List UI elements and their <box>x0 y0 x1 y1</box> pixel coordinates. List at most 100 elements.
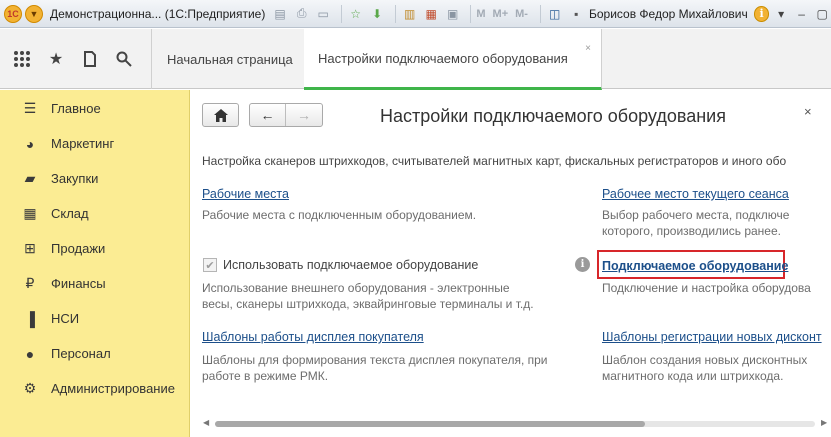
close-icon[interactable]: × <box>804 104 812 119</box>
memory-button[interactable]: M <box>476 8 485 20</box>
current-workplace-link[interactable]: Рабочее место текущего сеанса <box>602 187 789 201</box>
scroll-right-icon[interactable]: ▶ <box>821 418 827 427</box>
use-equipment-label[interactable]: Использовать подключаемое оборудование <box>223 258 478 272</box>
sidebar-item-label: Маркетинг <box>51 136 115 151</box>
arrow-down-icon[interactable]: ⬇ <box>368 5 386 23</box>
scrollbar-thumb[interactable] <box>215 421 645 427</box>
separator <box>394 4 396 23</box>
horizontal-scrollbar[interactable]: ◀ ▶ <box>201 418 831 430</box>
sidebar-item-label: Закупки <box>51 171 99 186</box>
forward-button[interactable]: → <box>286 104 322 126</box>
discount-templates-description: Шаблон создания новых дисконтных магнитн… <box>602 352 807 384</box>
ruble-icon: ₽ <box>25 275 35 291</box>
menu-lines-icon: ☰ <box>23 100 37 116</box>
tab-home[interactable]: Начальная страница <box>153 29 308 89</box>
basket-icon: ⊞ <box>24 240 36 256</box>
connected-equipment-link[interactable]: Подключаемое оборудование <box>602 259 788 273</box>
sidebar-item-reference[interactable]: ▐ НСИ <box>0 301 189 336</box>
pie-chart-icon: ◕ <box>25 135 35 152</box>
sidebar-item-administration[interactable]: ⚙ Администрирование <box>0 371 189 406</box>
sidebar-item-label: Администрирование <box>51 381 175 396</box>
description-line: Использование внешнего оборудования - эл… <box>202 281 510 295</box>
person-icon: ● <box>25 345 35 362</box>
app-logo-icon[interactable]: 1С <box>4 4 22 23</box>
warehouse-icon: ▦ <box>23 205 37 221</box>
sidebar-item-finance[interactable]: ₽ Финансы <box>0 266 189 301</box>
sidebar-item-label: Продажи <box>51 241 106 256</box>
calculator-icon[interactable]: ▣ <box>444 5 462 23</box>
home-icon <box>213 108 228 122</box>
description-line: весы, сканеры штрихкода, эквайринговые т… <box>202 297 534 311</box>
close-icon[interactable]: × <box>585 43 591 54</box>
sidebar-item-sales[interactable]: ⊞ Продажи <box>0 231 189 266</box>
window-titlebar: 1С ▼ Демонстрационна... (1С:Предприятие)… <box>0 0 831 28</box>
sidebar-item-purchases[interactable]: ▰ Закупки <box>0 161 189 196</box>
memory-minus-button[interactable]: M- <box>515 8 528 20</box>
form-content: ← → Настройки подключаемого оборудования… <box>191 90 831 437</box>
favorite-add-icon[interactable]: ☆ <box>347 5 365 23</box>
form-description: Настройка сканеров штрихкодов, считывате… <box>202 154 787 168</box>
info-icon[interactable]: i <box>575 257 590 272</box>
user-icon: ▪ <box>574 6 579 21</box>
connected-equipment-description: Подключение и настройка оборудова <box>602 281 811 295</box>
tab-label: Начальная страница <box>167 51 293 67</box>
maximize-icon[interactable]: ▢ <box>813 5 831 23</box>
truck-icon: ▰ <box>24 170 36 186</box>
memory-plus-button[interactable]: M+ <box>493 8 509 20</box>
history-icon[interactable] <box>80 49 100 69</box>
home-button[interactable] <box>202 103 239 127</box>
discount-templates-link[interactable]: Шаблоны регистрации новых дисконт <box>602 330 822 344</box>
separator <box>340 4 342 23</box>
save-icon[interactable]: ▤ <box>271 5 289 23</box>
separator <box>470 4 472 23</box>
minimize-icon[interactable]: – <box>793 5 811 23</box>
sidebar-item-label: Финансы <box>51 276 106 291</box>
sidebar-item-marketing[interactable]: ◕ Маркетинг <box>0 126 189 161</box>
tab-equipment-settings[interactable]: Настройки подключаемого оборудования × <box>304 29 602 90</box>
scroll-left-icon[interactable]: ◀ <box>203 418 209 427</box>
description-line: Шаблон создания новых дисконтных <box>602 353 808 367</box>
use-equipment-description: Использование внешнего оборудования - эл… <box>202 280 534 312</box>
sidebar-item-warehouse[interactable]: ▦ Склад <box>0 196 189 231</box>
arrow-left-icon: ← <box>260 107 275 123</box>
tab-label: Настройки подключаемого оборудования <box>318 50 568 66</box>
star-icon[interactable]: ★ <box>46 49 66 69</box>
use-equipment-checkbox[interactable]: ✔ <box>203 258 217 272</box>
section-tabs-bar: ★ Начальная страница Настройки подключае… <box>0 29 831 90</box>
sections-sidebar: ☰ Главное ◕ Маркетинг ▰ Закупки ▦ Склад … <box>0 90 190 437</box>
sidebar-item-label: Главное <box>51 101 101 116</box>
description-line: Шаблоны для формирования текста дисплея … <box>202 353 548 367</box>
chevron-down-icon[interactable]: ▾ <box>772 5 790 23</box>
separator <box>539 4 541 23</box>
quick-access-panel: ★ <box>0 29 152 89</box>
search-icon[interactable] <box>114 49 134 69</box>
description-line: Выбор рабочего места, подключе <box>602 208 790 222</box>
chevron-down-icon: ▼ <box>25 4 43 23</box>
description-line: работе в режиме РМК. <box>202 369 329 383</box>
window-title: Демонстрационна... (1С:Предприятие) <box>50 6 266 21</box>
gear-icon: ⚙ <box>23 380 37 396</box>
preview-icon[interactable]: ▭ <box>314 5 332 23</box>
sidebar-item-label: Склад <box>51 206 89 221</box>
description-line: магнитного кода или штрихкода. <box>602 369 784 383</box>
calendar-icon[interactable]: ▦ <box>422 5 440 23</box>
sidebar-item-label: Персонал <box>51 346 111 361</box>
print-icon[interactable]: ⎙ <box>293 5 311 23</box>
apps-grid-icon[interactable] <box>12 49 32 69</box>
page-title: Настройки подключаемого оборудования <box>380 106 726 126</box>
panel-icon[interactable]: ◫ <box>546 5 564 23</box>
back-button[interactable]: ← <box>250 104 286 126</box>
workplaces-link[interactable]: Рабочие места <box>202 187 289 201</box>
current-user[interactable]: Борисов Федор Михайлович <box>589 7 748 21</box>
display-templates-link[interactable]: Шаблоны работы дисплея покупателя <box>202 330 424 344</box>
sidebar-item-main[interactable]: ☰ Главное <box>0 91 189 126</box>
info-icon[interactable]: i <box>753 5 770 22</box>
books-icon: ▐ <box>25 310 35 327</box>
ledger-icon[interactable]: ▥ <box>401 5 419 23</box>
checkmark-icon: ✔ <box>205 259 215 272</box>
main-menu-button[interactable]: ▼ <box>25 4 43 23</box>
description-line: которого, производились ранее. <box>602 224 781 238</box>
arrow-right-icon: → <box>297 107 311 123</box>
navigation-buttons: ← → <box>249 103 323 127</box>
sidebar-item-personnel[interactable]: ● Персонал <box>0 336 189 371</box>
